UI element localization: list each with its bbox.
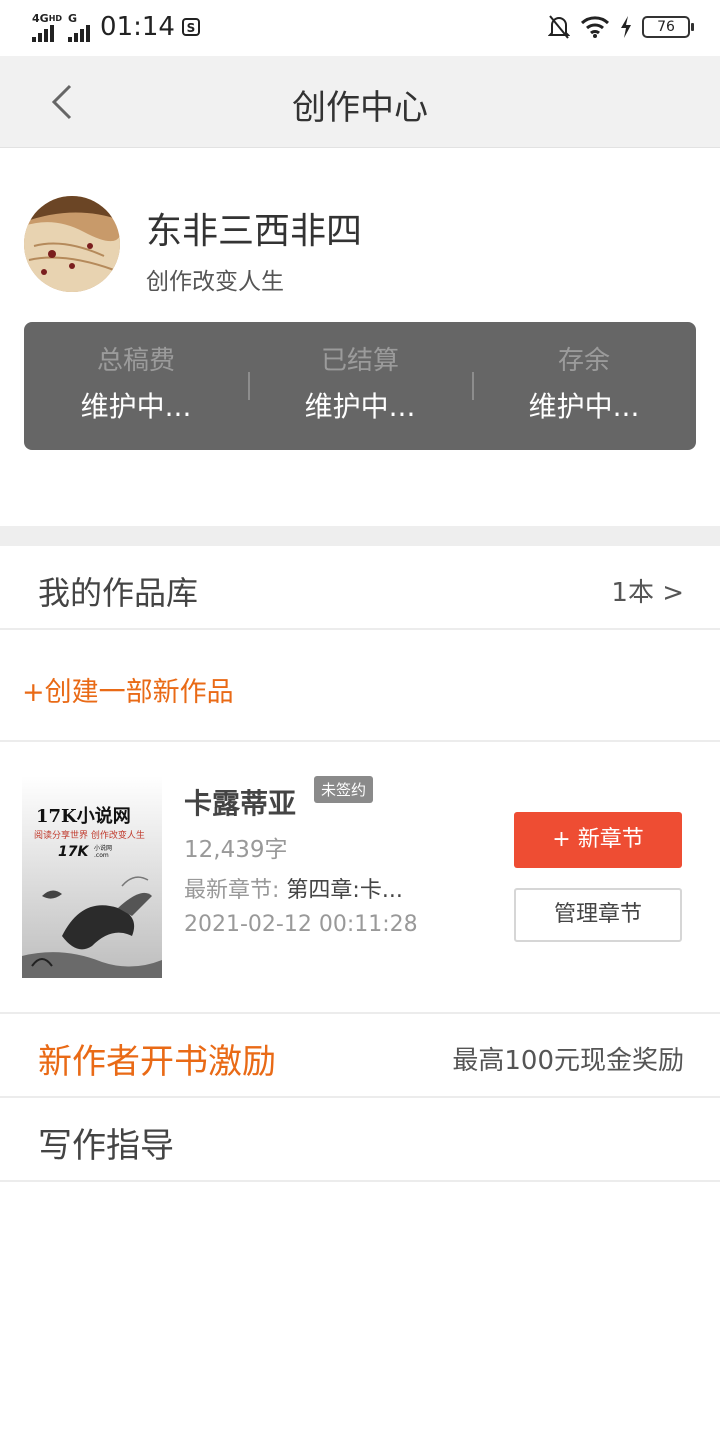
incentive-title: 新作者开书激励 [38, 1042, 276, 1082]
latest-chapter-value: 第四章:卡... [286, 878, 403, 903]
page-title: 创作中心 [292, 88, 428, 128]
stat-balance: 存余 维护中... [472, 322, 696, 450]
latest-chapter-label: 最新章节: [184, 878, 280, 903]
word-count: 12,439字 [184, 837, 288, 863]
my-library-row[interactable]: 我的作品库 1本 > [0, 546, 720, 630]
stat-label: 总稿费 [96, 346, 175, 376]
section-divider [0, 526, 720, 546]
incentive-reward: 最高100元现金奖励 [452, 1046, 684, 1076]
book-title[interactable]: 卡露蒂亚 [184, 782, 296, 822]
book-item: 17K小说网 阅读分享世界 创作改变人生 17K 小说网 .com 卡露蒂亚 未… [0, 742, 720, 1014]
library-count-link[interactable]: 1本 > [611, 572, 684, 609]
update-date: 2021-02-12 00:11:28 [184, 912, 418, 937]
stat-total-fee: 总稿费 维护中... [24, 322, 248, 450]
svg-text:阅读分享世界 创作改变人生: 阅读分享世界 创作改变人生 [34, 829, 145, 841]
clock: 01:14 [100, 12, 175, 42]
book-cover[interactable]: 17K小说网 阅读分享世界 创作改变人生 17K 小说网 .com [22, 776, 162, 978]
charging-icon [621, 16, 631, 38]
svg-text:小说网: 小说网 [94, 844, 112, 852]
stat-label: 已结算 [320, 346, 399, 376]
create-new-work-link[interactable]: +创建一部新作品 [22, 670, 234, 709]
cellular-signal-icon: 4GHD [32, 13, 62, 42]
avatar[interactable] [24, 196, 120, 292]
unsigned-badge: 未签约 [314, 776, 374, 803]
new-author-incentive-row[interactable]: 新作者开书激励 最高100元现金奖励 [0, 1014, 720, 1098]
mute-bell-icon [548, 15, 570, 39]
svg-text:S: S [187, 21, 196, 35]
latest-chapter: 最新章节: 第四章:卡... [184, 872, 403, 904]
user-name: 东非三西非四 [146, 211, 363, 252]
profile-section: 东非三西非四 创作改变人生 总稿费 维护中... 已结算 维护中... 存余 维… [0, 148, 720, 526]
app-notification-icon: S [181, 18, 200, 36]
status-bar: 4GHD G 01:14 S 76 [0, 0, 720, 56]
cellular-signal-2-icon: G [68, 13, 91, 42]
writing-guide-title: 写作指导 [38, 1126, 174, 1166]
wifi-icon [580, 16, 610, 38]
svg-text:17K: 17K [58, 844, 89, 860]
stat-value: 维护中... [80, 390, 192, 423]
svg-text:.com: .com [94, 852, 109, 859]
writing-guide-row[interactable]: 写作指导 [0, 1098, 720, 1182]
stat-settled: 已结算 维护中... [248, 322, 472, 450]
stat-label: 存余 [557, 346, 610, 376]
stat-value: 维护中... [528, 390, 640, 423]
earnings-panel: 总稿费 维护中... 已结算 维护中... 存余 维护中... [24, 322, 696, 450]
library-title: 我的作品库 [38, 574, 199, 612]
stat-value: 维护中... [304, 390, 416, 423]
user-motto: 创作改变人生 [146, 269, 284, 295]
battery-icon: 76 [642, 16, 694, 38]
manage-chapters-button[interactable]: 管理章节 [514, 888, 682, 942]
new-chapter-button[interactable]: + 新章节 [514, 812, 682, 868]
header-bar: 创作中心 [0, 56, 720, 148]
create-work-row: +创建一部新作品 [0, 630, 720, 742]
svg-text:17K小说网: 17K小说网 [36, 805, 131, 827]
